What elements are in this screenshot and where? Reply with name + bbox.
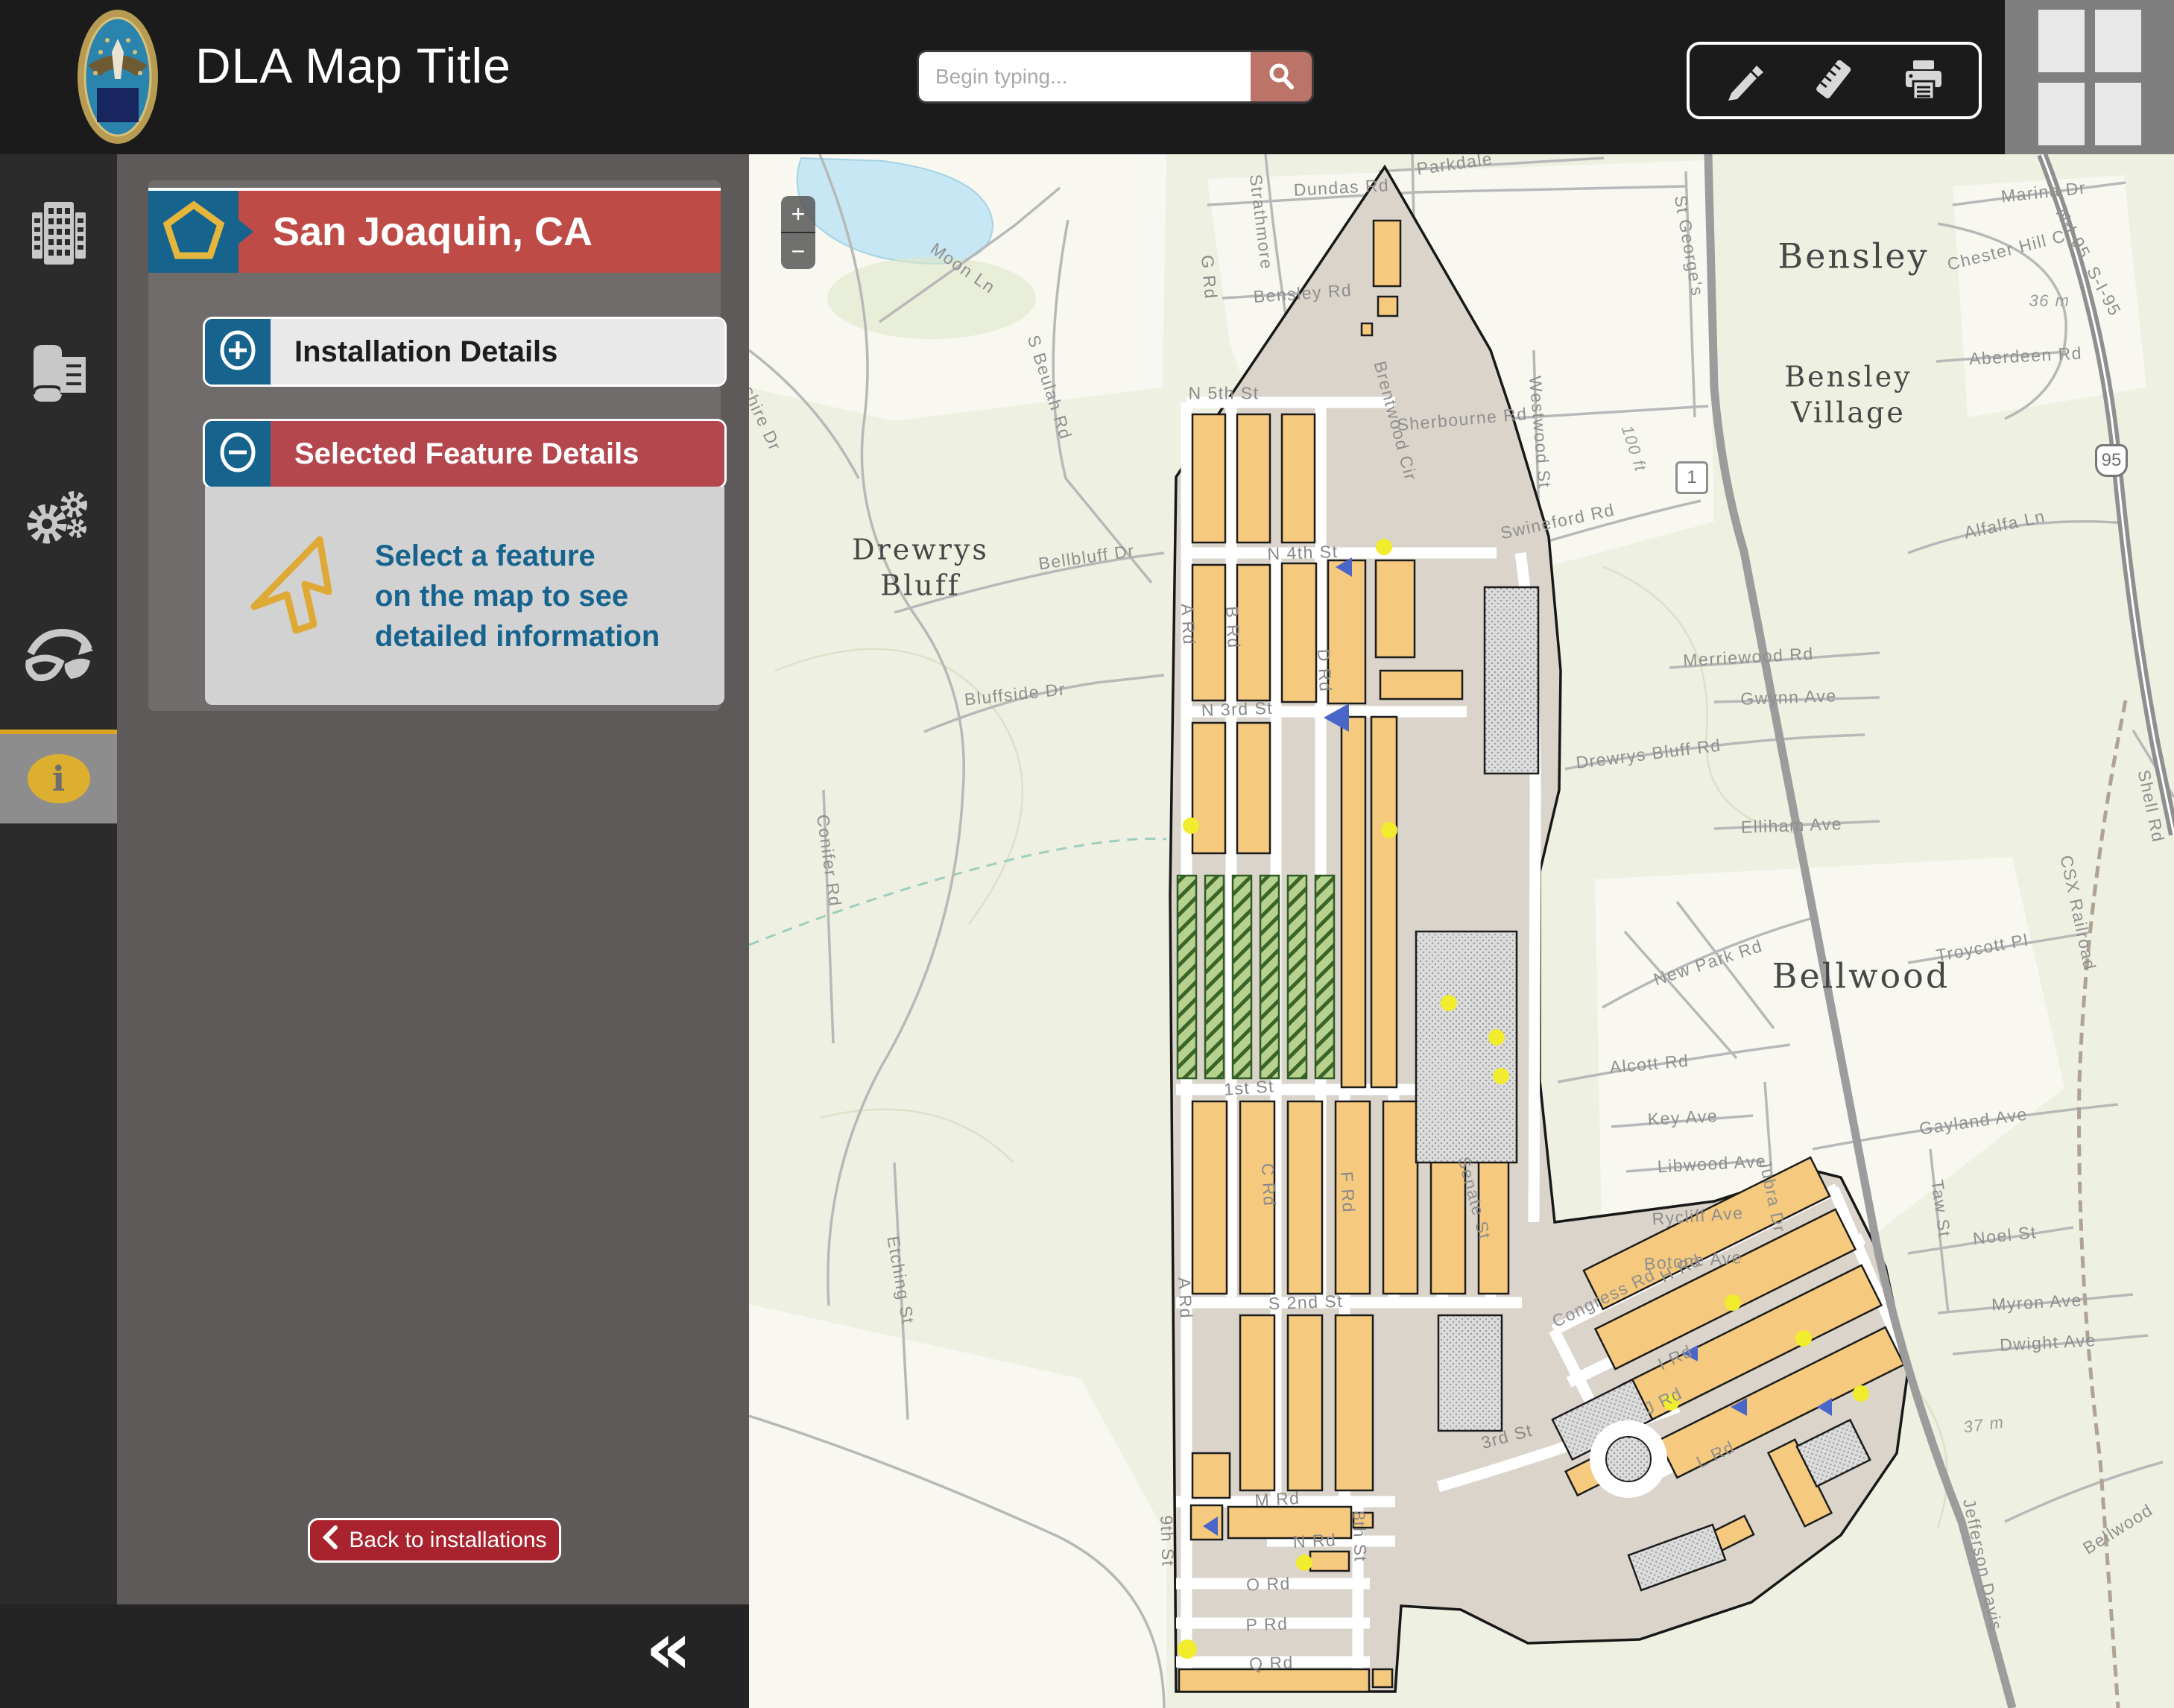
panel-card: San Joaquin, CA Installation Details bbox=[148, 180, 721, 711]
apps-grid-icon bbox=[2038, 10, 2141, 145]
search-button[interactable] bbox=[1251, 52, 1312, 101]
circle-plus-icon bbox=[217, 329, 259, 375]
back-button-label: Back to installations bbox=[349, 1528, 546, 1553]
header-bar: DLA Map Title bbox=[0, 0, 2174, 154]
selected-feature-label: Selected Feature Details bbox=[271, 421, 724, 487]
pentagon-icon bbox=[162, 199, 226, 265]
printer-icon bbox=[1900, 56, 1947, 106]
sidebar-item-reports[interactable] bbox=[0, 332, 117, 421]
sidebar-item-environment[interactable] bbox=[0, 615, 117, 704]
details-panel: San Joaquin, CA Installation Details bbox=[117, 154, 749, 1604]
selected-feature-content: Select a feature on the map to see detai… bbox=[205, 487, 724, 705]
basemap bbox=[749, 154, 2174, 1708]
sidebar-item-settings[interactable] bbox=[0, 473, 117, 563]
sidebar-item-info[interactable]: i bbox=[0, 730, 117, 823]
sidebar-item-installations[interactable] bbox=[0, 190, 117, 279]
measure-tool-button[interactable] bbox=[1808, 54, 1860, 107]
sidebar: i bbox=[0, 154, 117, 1708]
select-cursor-icon bbox=[241, 531, 353, 661]
map-toolbar bbox=[1687, 42, 1982, 119]
search-icon bbox=[1267, 62, 1295, 92]
expand-icon-box bbox=[205, 319, 271, 385]
header-arrow-notch bbox=[237, 218, 253, 245]
zoom-out-button[interactable]: − bbox=[781, 233, 815, 269]
collapse-panel-button[interactable]: « bbox=[641, 1612, 696, 1685]
ruler-icon bbox=[1810, 56, 1858, 106]
building-icon bbox=[23, 199, 95, 271]
dla-map-app: DLA Map Title bbox=[0, 0, 2174, 1708]
dla-seal-logo bbox=[75, 7, 161, 146]
location-title: San Joaquin, CA bbox=[273, 209, 593, 255]
zoom-in-button[interactable]: + bbox=[781, 196, 815, 232]
select-feature-hint: Select a feature on the map to see detai… bbox=[375, 536, 660, 657]
gears-icon bbox=[22, 482, 96, 554]
collapse-icon-box bbox=[205, 421, 271, 487]
zoom-control: + − bbox=[781, 196, 815, 269]
search-input[interactable] bbox=[919, 52, 1251, 101]
draw-tool-button[interactable] bbox=[1719, 54, 1771, 107]
selected-feature-accordion[interactable]: Selected Feature Details bbox=[205, 421, 724, 487]
eco-icon bbox=[20, 624, 98, 696]
installation-details-label: Installation Details bbox=[271, 319, 724, 385]
app-title: DLA Map Title bbox=[195, 37, 511, 94]
pentagon-icon-box bbox=[148, 191, 238, 273]
pencil-icon bbox=[1721, 56, 1769, 106]
circle-minus-icon bbox=[217, 431, 259, 477]
map-canvas[interactable]: ParkdaleMarina DrDundas RdChester Hill C… bbox=[749, 154, 2174, 1708]
print-tool-button[interactable] bbox=[1897, 54, 1950, 107]
info-icon: i bbox=[28, 754, 90, 803]
report-icon bbox=[23, 341, 95, 413]
panel-footer: « bbox=[0, 1604, 749, 1708]
apps-button[interactable] bbox=[2005, 0, 2174, 154]
location-title-bar: San Joaquin, CA bbox=[238, 191, 721, 273]
location-header: San Joaquin, CA bbox=[148, 188, 721, 273]
search-bar bbox=[919, 52, 1312, 101]
back-to-installations-button[interactable]: Back to installations bbox=[308, 1518, 561, 1563]
installation-details-accordion[interactable]: Installation Details bbox=[205, 319, 724, 385]
chevron-left-icon bbox=[322, 1525, 338, 1556]
